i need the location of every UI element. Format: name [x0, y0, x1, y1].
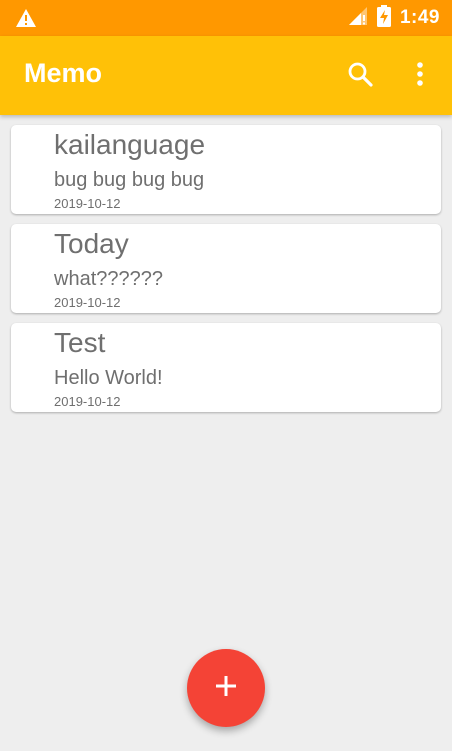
app-bar: Memo [0, 36, 452, 115]
memo-content: bug bug bug bug [54, 169, 205, 191]
app-title: Memo [24, 58, 103, 88]
search-button[interactable] [340, 56, 380, 96]
memo-date: 2019-10-12 [54, 196, 121, 211]
memo-date: 2019-10-12 [54, 295, 121, 310]
memo-title: kailanguage [54, 129, 206, 160]
memo-date: 2019-10-12 [54, 394, 121, 409]
status-indicators: 1:49 [348, 0, 440, 36]
search-icon [347, 61, 373, 92]
battery-charging-icon [376, 4, 391, 32]
status-time: 1:49 [399, 7, 440, 28]
status-bar: 1:49 [0, 0, 452, 36]
memo-card[interactable]: Today what?????? 2019-10-12 [11, 224, 441, 313]
memo-title: Test [54, 327, 106, 358]
add-icon [215, 675, 237, 702]
warning-icon [15, 8, 37, 28]
memo-card[interactable]: kailanguage bug bug bug bug 2019-10-12 [11, 125, 441, 214]
memo-title: Today [54, 228, 129, 259]
more-options-button[interactable] [400, 56, 440, 96]
signal-icon [348, 6, 368, 31]
memo-card[interactable]: Test Hello World! 2019-10-12 [11, 323, 441, 412]
memo-content: Hello World! [54, 367, 163, 389]
more-vert-icon [416, 61, 424, 92]
add-memo-button[interactable] [187, 649, 265, 727]
memo-content: what?????? [54, 268, 163, 290]
memo-list: kailanguage bug bug bug bug 2019-10-12 T… [11, 125, 441, 422]
